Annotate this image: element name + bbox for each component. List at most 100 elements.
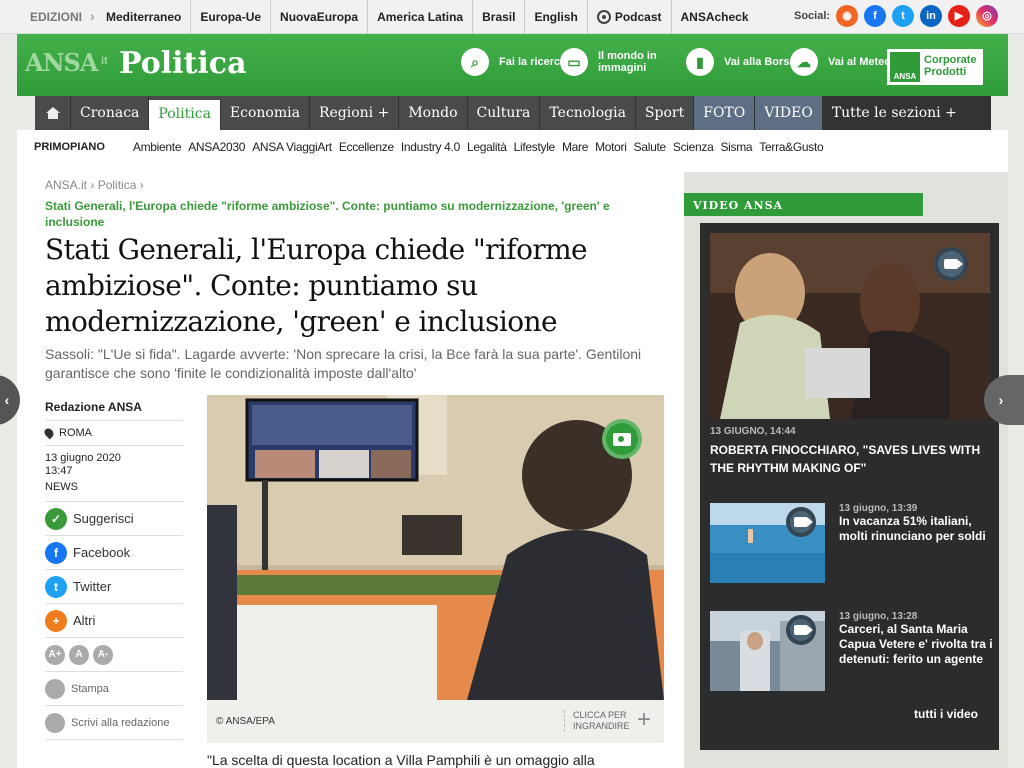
subnav-item[interactable]: Mare xyxy=(562,140,588,154)
enlarge-photo-link[interactable]: CLICCA PER INGRANDIRE xyxy=(564,710,636,732)
twitter-share-button[interactable]: t Twitter xyxy=(45,570,183,604)
enlarge-plus-icon[interactable]: + xyxy=(637,706,651,734)
borsa-button[interactable]: ▮ Vai alla Borsa xyxy=(686,48,804,76)
nav-economia[interactable]: Economia xyxy=(221,96,310,130)
facebook-share-button[interactable]: f Facebook xyxy=(45,536,183,570)
nav-all-sections[interactable]: Tutte le sezioni + xyxy=(822,96,991,130)
article-photo[interactable] xyxy=(207,395,664,700)
subnav-item[interactable]: Terra&Gusto xyxy=(759,140,823,154)
subnav-item[interactable]: Lifestyle xyxy=(514,140,556,154)
linkedin-icon[interactable]: in xyxy=(920,5,942,27)
video-title[interactable]: In vacanza 51% italiani, molti rinuncian… xyxy=(839,514,994,544)
video-thumbnail[interactable] xyxy=(710,611,825,691)
print-label: Stampa xyxy=(71,682,109,695)
edition-mediterraneo[interactable]: Mediterraneo xyxy=(100,0,192,34)
font-increase-button[interactable]: A+ xyxy=(45,644,65,665)
subnav-primopiano[interactable]: PRIMOPIANO xyxy=(34,141,105,153)
breadcrumb-separator: › xyxy=(90,178,98,192)
author: Redazione ANSA xyxy=(45,394,183,421)
corporate-button[interactable]: ANSA Corporate Prodotti xyxy=(887,49,983,85)
nav-cultura[interactable]: Cultura xyxy=(468,96,541,130)
more-label: Altri xyxy=(73,613,96,628)
video-camera-icon xyxy=(794,625,808,635)
all-videos-link[interactable]: tutti i video xyxy=(914,707,978,721)
font-decrease-button[interactable]: A- xyxy=(93,644,113,665)
subnav-item[interactable]: Eccellenze xyxy=(339,140,394,154)
video-play-button[interactable] xyxy=(786,507,816,537)
subnav-item[interactable]: ANSA ViaggiArt xyxy=(252,140,332,154)
more-share-button[interactable]: + Altri xyxy=(45,604,183,638)
main-video-title[interactable]: ROBERTA FINOCCHIARO, "SAVES LIVES WITH T… xyxy=(710,441,994,477)
nav-regioni[interactable]: Regioni + xyxy=(310,96,400,130)
images-button[interactable]: ▭ Il mondo in immagini xyxy=(560,48,678,76)
video-section-header[interactable]: VIDEO ANSA xyxy=(684,193,923,216)
edition-brasil[interactable]: Brasil xyxy=(473,0,526,34)
chart-icon: ▮ xyxy=(686,48,714,76)
write-label: Scrivi alla redazione xyxy=(71,716,170,729)
subnav-item[interactable]: Salute xyxy=(634,140,667,154)
twitter-icon: t xyxy=(45,575,67,598)
rss-icon[interactable]: ◉ xyxy=(836,5,858,27)
breadcrumb-home[interactable]: ANSA.it xyxy=(45,178,87,192)
subnav-item[interactable]: Motori xyxy=(595,140,627,154)
nav-cronaca[interactable]: Cronaca xyxy=(71,96,150,130)
subnav-item[interactable]: Sisma xyxy=(720,140,752,154)
right-sidebar: VIDEO ANSA 13 GIUGNO, 14:44 ROBERTA FINO… xyxy=(684,172,1008,768)
publish-date: 13 giugno 2020 13:47 xyxy=(45,446,183,478)
font-reset-button[interactable]: A xyxy=(69,644,89,665)
location-pin-icon xyxy=(42,426,56,440)
print-button[interactable]: Stampa xyxy=(45,672,183,706)
location: ROMA xyxy=(42,421,183,446)
video-title[interactable]: Carceri, al Santa Maria Capua Vetere e' … xyxy=(839,622,994,667)
subnav-item[interactable]: Ambiente xyxy=(133,140,182,154)
photo-caption-bar: © ANSA/EPA CLICCA PER INGRANDIRE + xyxy=(207,700,664,743)
nav-sport[interactable]: Sport xyxy=(636,96,695,130)
nav-foto[interactable]: FOTO xyxy=(694,96,756,130)
video-date: 13 giugno, 13:28 xyxy=(839,611,918,622)
edition-podcast[interactable]: Podcast xyxy=(588,0,672,34)
main-video-date: 13 GIUGNO, 14:44 xyxy=(710,426,796,437)
video-box: 13 GIUGNO, 14:44 ROBERTA FINOCCHIARO, "S… xyxy=(700,223,999,750)
social-label: Social: xyxy=(794,10,831,22)
article-subtitle: Sassoli: "L'Ue si fida". Lagarde avverte… xyxy=(45,346,642,381)
video-thumbnail[interactable] xyxy=(710,503,825,583)
edition-ansacheck[interactable]: ANSAcheck xyxy=(672,0,758,34)
edition-europa-ue[interactable]: Europa-Ue xyxy=(191,0,272,34)
plus-icon: + xyxy=(45,609,67,632)
write-editor-button[interactable]: Scrivi alla redazione xyxy=(45,706,183,740)
video-camera-icon xyxy=(794,517,808,527)
edition-america-latina[interactable]: America Latina xyxy=(368,0,474,34)
video-play-button[interactable] xyxy=(786,615,816,645)
corporate-badge: ANSA xyxy=(890,52,920,82)
breadcrumb-section[interactable]: Politica xyxy=(98,178,137,192)
chevron-left-icon: ‹ xyxy=(4,392,10,408)
breadcrumb-separator: › xyxy=(139,178,144,192)
print-icon xyxy=(45,678,65,699)
instagram-icon[interactable]: ◎ xyxy=(976,5,998,27)
subnav-item[interactable]: Scienza xyxy=(673,140,714,154)
home-button[interactable] xyxy=(35,96,71,130)
edition-english[interactable]: English xyxy=(525,0,588,34)
nav-video[interactable]: VIDEO xyxy=(755,96,823,130)
youtube-icon[interactable]: ▶ xyxy=(948,5,970,27)
subnav-item[interactable]: ANSA2030 xyxy=(188,140,245,154)
nav-politica[interactable]: Politica xyxy=(149,100,221,130)
nav-tecnologia[interactable]: Tecnologia xyxy=(540,96,636,130)
suggest-button[interactable]: ✓ Suggerisci xyxy=(45,502,183,536)
main-video-thumbnail[interactable] xyxy=(710,233,990,419)
facebook-icon: f xyxy=(45,541,67,564)
subnav-item[interactable]: Legalità xyxy=(467,140,507,154)
ansa-logo[interactable]: ANSA xyxy=(25,48,99,77)
article-title: Stati Generali, l'Europa chiede "riforme… xyxy=(45,233,588,338)
article-body: "La scelta di questa location a Villa Pa… xyxy=(207,752,595,768)
gallery-camera-button[interactable] xyxy=(602,419,642,459)
edition-nuovaeuropa[interactable]: NuovaEuropa xyxy=(271,0,369,34)
chevron-right-icon: › xyxy=(998,392,1004,408)
nav-mondo[interactable]: Mondo xyxy=(399,96,468,130)
subnav-item[interactable]: Industry 4.0 xyxy=(401,140,460,154)
facebook-icon[interactable]: f xyxy=(864,5,886,27)
video-play-button[interactable] xyxy=(934,247,968,281)
section-title[interactable]: Politica xyxy=(119,46,247,81)
site-header: ANSA it Politica ⌕ Fai la ricerca ▭ Il m… xyxy=(17,34,1008,96)
twitter-icon[interactable]: t xyxy=(892,5,914,27)
